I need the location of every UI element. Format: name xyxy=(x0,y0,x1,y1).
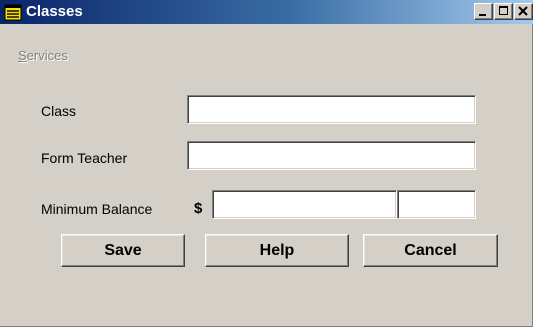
menu-bar: Services xyxy=(0,47,533,69)
close-button[interactable] xyxy=(514,3,533,20)
class-label: Class xyxy=(41,103,77,119)
menu-services-label: ervices xyxy=(26,48,68,63)
minimize-icon xyxy=(479,14,486,16)
form-teacher-label: Form Teacher xyxy=(41,150,128,166)
window-title: Classes xyxy=(26,3,83,20)
minimize-button[interactable] xyxy=(474,3,493,20)
menu-services-accelerator: S xyxy=(18,48,27,63)
minimum-balance-label: Minimum Balance xyxy=(41,201,153,217)
title-bar[interactable]: Classes xyxy=(0,0,533,24)
close-icon xyxy=(518,6,528,16)
maximize-button[interactable] xyxy=(494,3,513,20)
form-teacher-field[interactable] xyxy=(187,141,476,170)
minimum-balance-dollars-field[interactable] xyxy=(212,190,397,219)
save-button[interactable]: Save xyxy=(61,234,185,267)
minimum-balance-cents-field[interactable] xyxy=(397,190,476,219)
class-field[interactable] xyxy=(187,95,476,124)
menu-services[interactable]: Services xyxy=(18,47,68,65)
currency-symbol: $ xyxy=(194,200,203,217)
cancel-button[interactable]: Cancel xyxy=(363,234,498,267)
help-button[interactable]: Help xyxy=(205,234,349,267)
classes-window: Classes Services Class Form Teacher Mini… xyxy=(0,0,533,327)
maximize-icon xyxy=(499,6,508,15)
notepad-icon xyxy=(4,3,22,21)
